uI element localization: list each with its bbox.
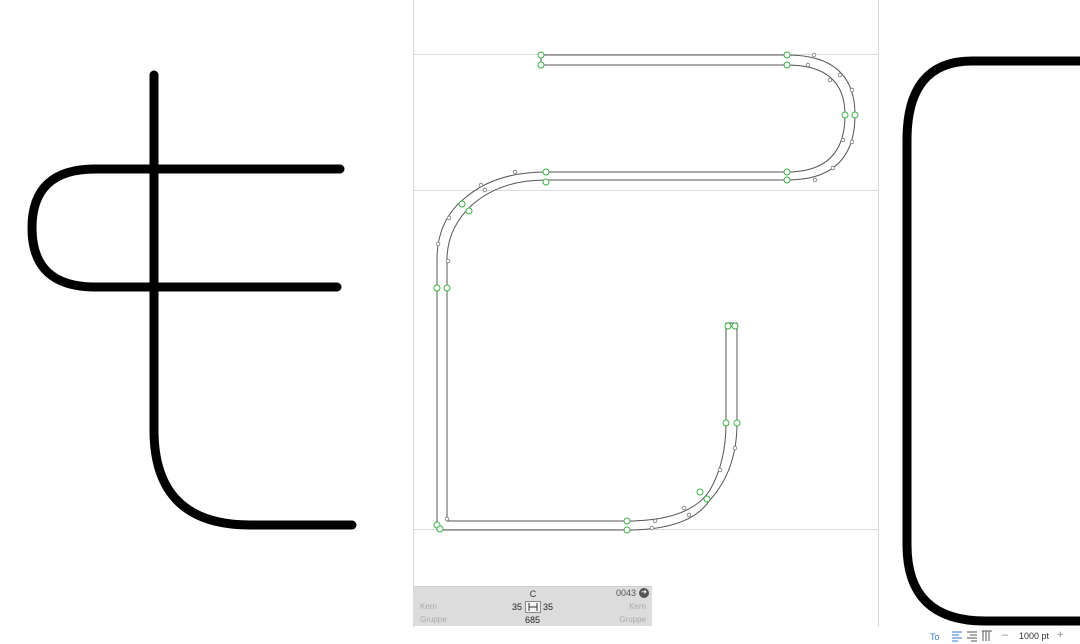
preview-glyph-right[interactable] [902,56,1080,626]
advance-width[interactable]: 685 [525,615,540,625]
preview-glyph-left[interactable] [27,70,357,530]
zoom-out-button[interactable]: – [1002,629,1008,641]
active-glyph-outline[interactable] [436,54,856,531]
zoom-level[interactable]: 1000 pt [1019,630,1049,642]
zoom-in-button[interactable]: + [1057,629,1063,641]
off-curve-handles[interactable] [435,52,855,531]
text-tool-icon[interactable]: To [930,630,944,642]
metrics-link-icon[interactable] [525,601,541,613]
vertical-layout-icon[interactable] [981,630,993,642]
on-curve-nodes[interactable] [433,51,859,534]
right-sidebearing[interactable]: 35 [543,602,553,612]
status-bar: To – 1000 pt + [0,627,1080,644]
left-sidebearing[interactable]: 35 [512,602,522,612]
align-right-icon[interactable] [966,630,978,642]
group-label-right: Gruppe [619,615,646,624]
svg-text:To: To [930,632,940,642]
metrics-guides [413,0,879,627]
align-left-icon[interactable] [951,630,963,642]
kern-label-left: Kern [420,602,437,611]
glyph-info-panel: C 0043 ➜ Kern Kern Gruppe Gruppe 35 35 6… [414,586,652,626]
arrow-right-icon[interactable]: ➜ [639,588,649,598]
kern-label-right: Kern [629,602,646,611]
unicode-value[interactable]: 0043 [616,588,636,598]
group-label-left: Gruppe [420,615,447,624]
